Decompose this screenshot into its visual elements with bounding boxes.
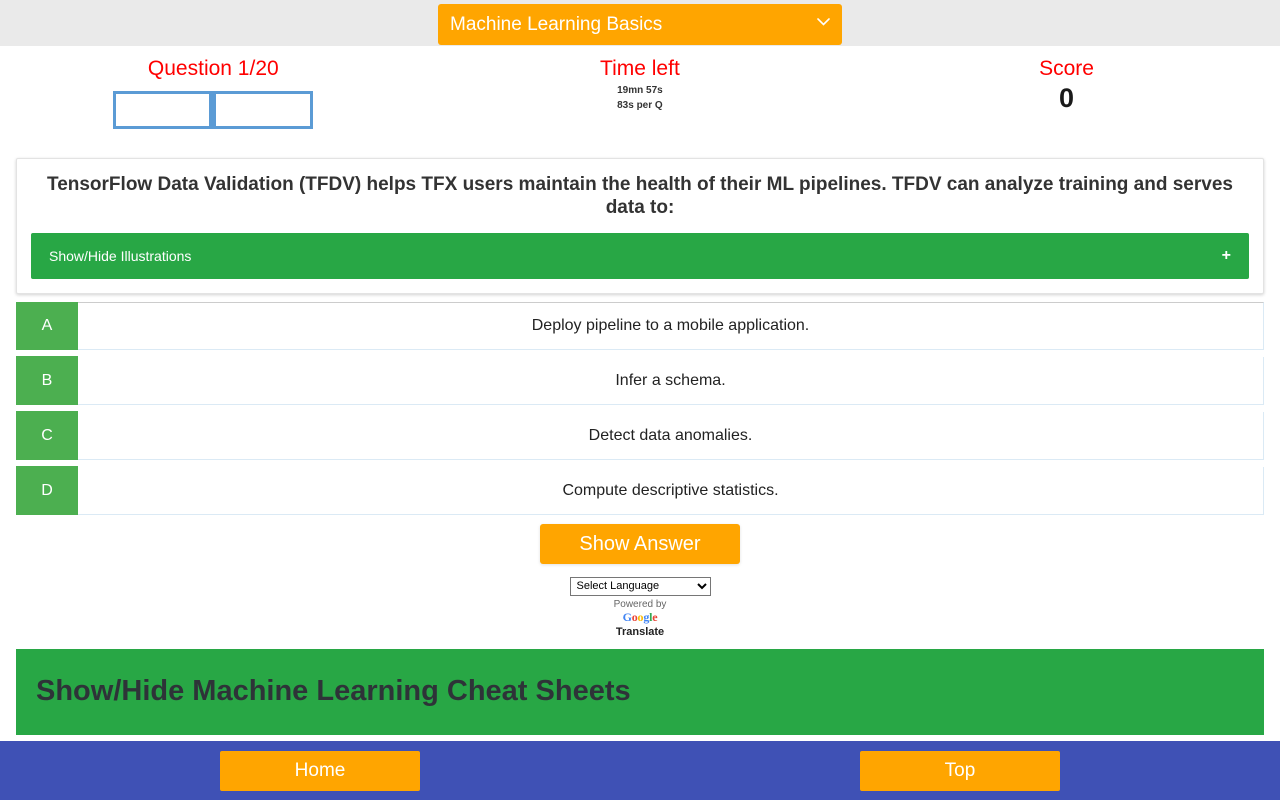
answer-option-d[interactable]: D Compute descriptive statistics. xyxy=(16,466,1264,515)
time-per-question-value: 83s per Q xyxy=(617,99,663,111)
option-letter-badge: A xyxy=(16,302,78,350)
translate-label: Translate xyxy=(615,625,665,638)
quiz-progress-bar xyxy=(113,91,314,129)
time-left-column: Time left 19mn 57s 83s per Q xyxy=(427,46,854,111)
footer-navigation-bar: Home Top xyxy=(0,741,1280,800)
time-remaining-value: 19mn 57s xyxy=(617,85,663,96)
quiz-select[interactable]: Machine Learning Basics xyxy=(438,4,842,45)
show-hide-illustrations-label: Show/Hide Illustrations xyxy=(49,248,192,264)
cheat-sheets-toggle[interactable]: Show/Hide Machine Learning Cheat Sheets xyxy=(16,648,1264,735)
cheat-sheets-title: Show/Hide Machine Learning Cheat Sheets xyxy=(36,675,631,707)
google-logo: Google xyxy=(0,609,1280,624)
question-card: TensorFlow Data Validation (TFDV) helps … xyxy=(16,158,1264,294)
question-counter-label: Question 1/20 xyxy=(147,57,279,80)
home-button[interactable]: Home xyxy=(220,750,420,791)
option-text: Compute descriptive statistics. xyxy=(562,481,779,499)
option-letter-badge: D xyxy=(16,466,78,515)
answer-option-a[interactable]: A Deploy pipeline to a mobile applicatio… xyxy=(16,302,1264,350)
quiz-select-wrapper: Machine Learning Basics xyxy=(438,2,842,45)
show-answer-button[interactable]: Show Answer xyxy=(540,524,740,564)
option-letter-badge: C xyxy=(16,411,78,460)
plus-icon: + xyxy=(1221,247,1231,264)
google-translate-widget: Select Language Powered by Google Transl… xyxy=(0,576,1280,639)
quiz-progress-fill xyxy=(116,94,217,126)
question-text: TensorFlow Data Validation (TFDV) helps … xyxy=(47,174,1233,218)
footer-home-cell: Home xyxy=(0,750,640,791)
option-text: Deploy pipeline to a mobile application. xyxy=(531,317,810,334)
time-left-label: Time left xyxy=(600,57,680,80)
google-logo-letter: e xyxy=(652,609,658,624)
option-text: Infer a schema. xyxy=(615,371,726,389)
score-label: Score xyxy=(1039,57,1094,80)
language-select[interactable]: Select Language xyxy=(569,576,711,596)
score-column: Score 0 xyxy=(853,46,1280,113)
footer-top-cell: Top xyxy=(640,750,1280,791)
answer-option-b[interactable]: B Infer a schema. xyxy=(16,356,1264,405)
footer-inner: Home Top xyxy=(0,750,1280,791)
option-letter-badge: B xyxy=(16,356,78,405)
show-hide-illustrations-toggle[interactable]: Show/Hide Illustrations + xyxy=(31,233,1249,279)
show-answer-row: Show Answer xyxy=(0,524,1280,564)
quiz-selector-bar: Machine Learning Basics xyxy=(0,0,1280,46)
score-value: 0 xyxy=(1059,83,1075,113)
quiz-status-row: Question 1/20 Time left 19mn 57s 83s per… xyxy=(0,46,1280,146)
option-text: Detect data anomalies. xyxy=(588,426,753,444)
google-logo-letter: G xyxy=(622,609,632,624)
answer-options-list: A Deploy pipeline to a mobile applicatio… xyxy=(16,302,1264,515)
question-counter-column: Question 1/20 xyxy=(0,46,427,129)
answer-option-c[interactable]: C Detect data anomalies. xyxy=(16,411,1264,460)
top-button[interactable]: Top xyxy=(860,750,1060,791)
